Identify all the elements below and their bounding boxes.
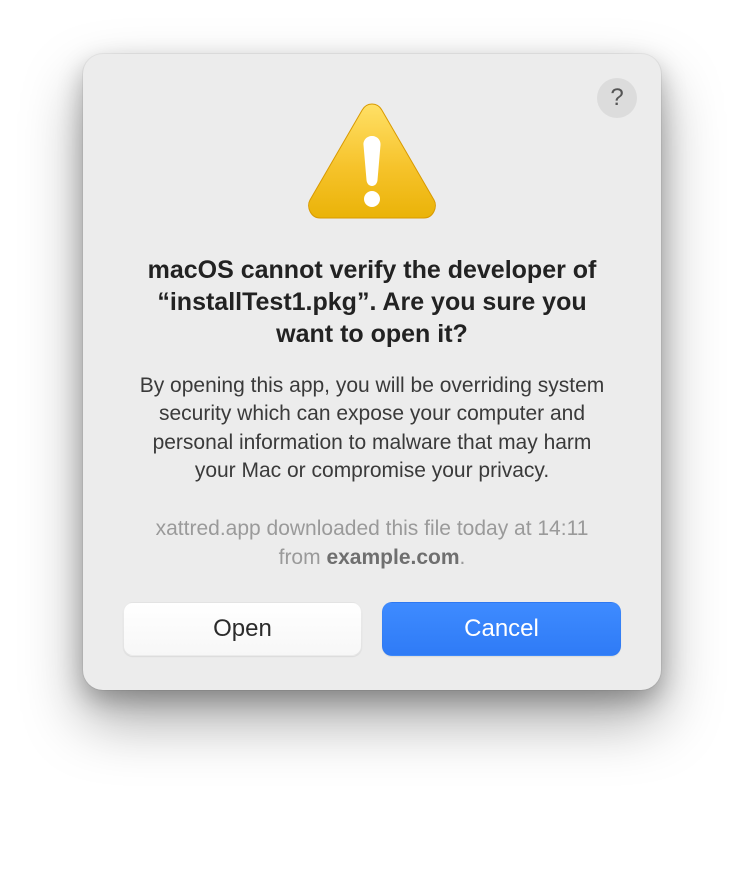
help-button[interactable]: ? [597,78,637,118]
gatekeeper-dialog: ? macOS cannot verify the developer of “… [83,54,661,690]
dialog-body: By opening this app, you will be overrid… [137,372,607,485]
download-info: xattred.app downloaded this file today a… [137,515,607,572]
cancel-button[interactable]: Cancel [382,602,621,656]
warning-icon [123,98,621,226]
dialog-button-row: Open Cancel [123,602,621,656]
dialog-title: macOS cannot verify the developer of “in… [133,254,611,350]
download-info-domain: example.com [326,546,459,569]
open-button[interactable]: Open [123,602,362,656]
download-info-suffix: . [460,546,466,569]
